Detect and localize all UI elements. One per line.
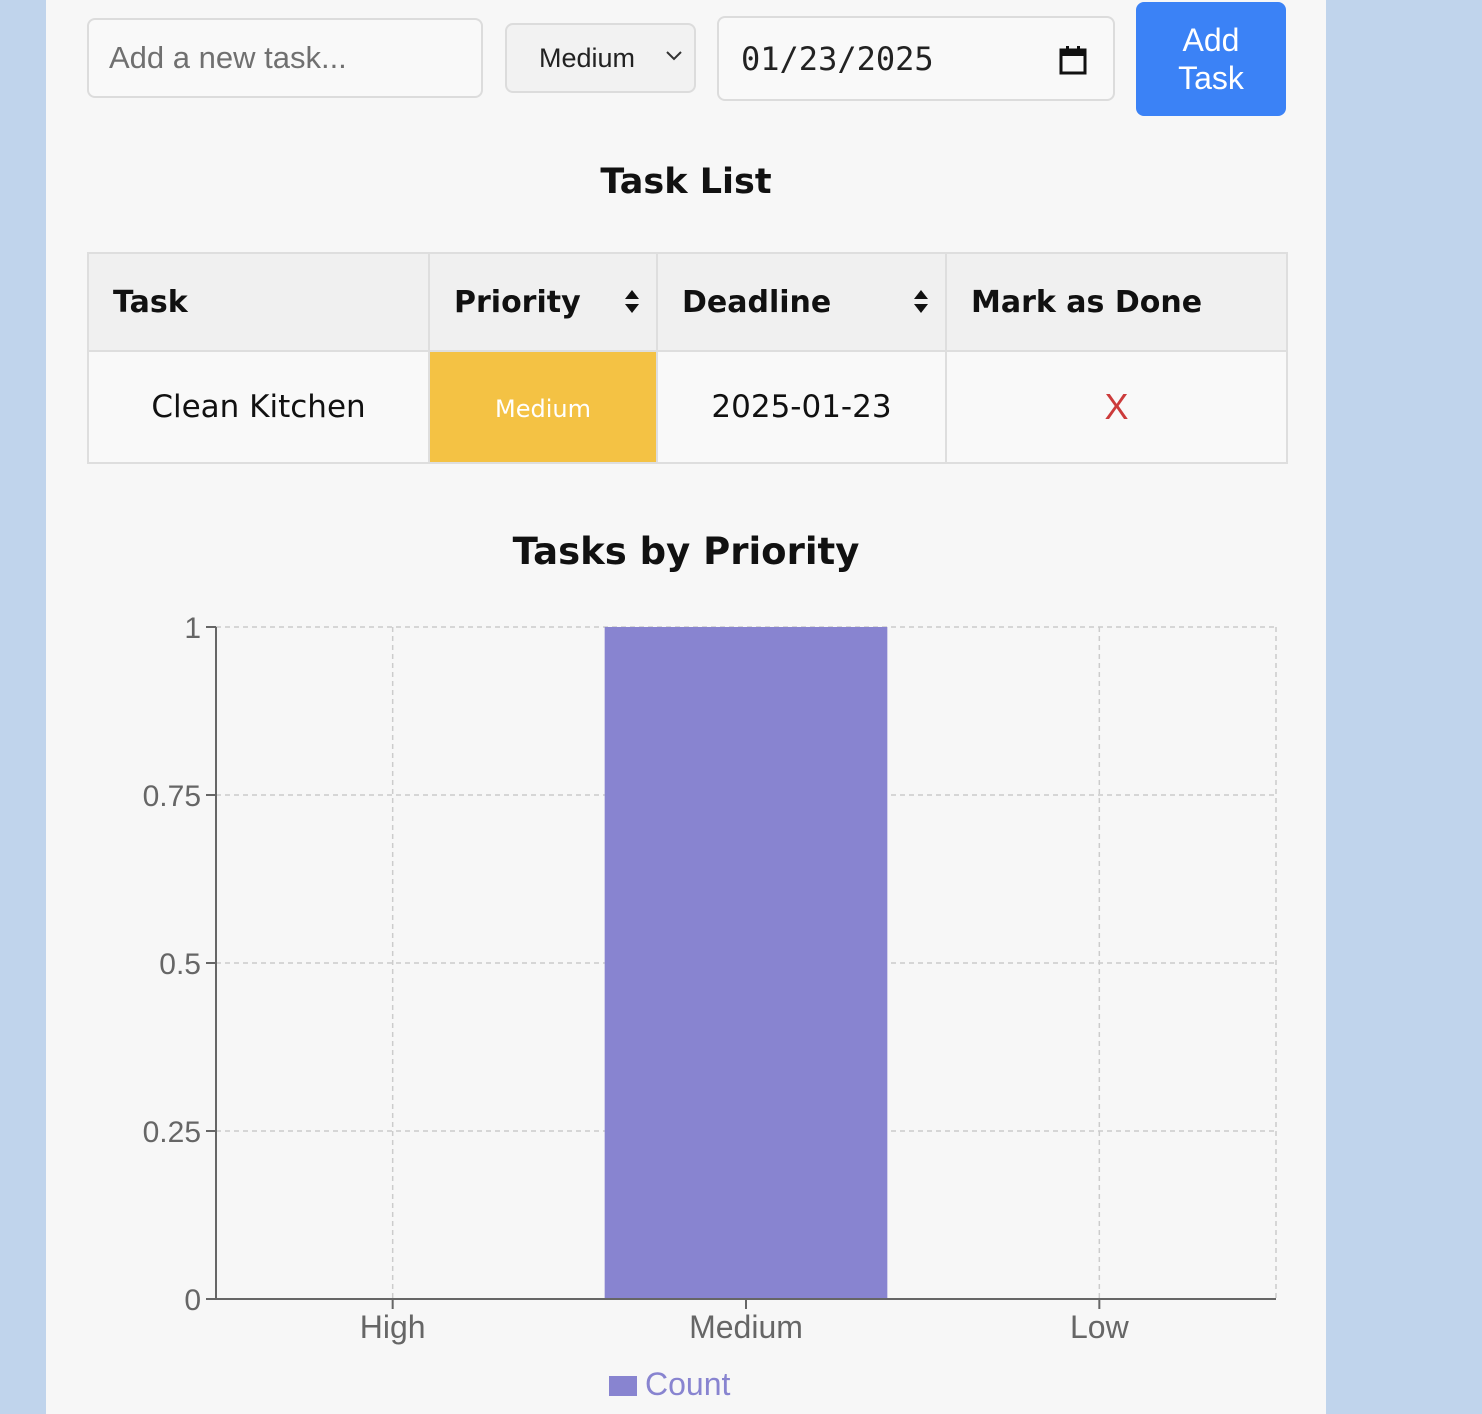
x-tick-label: High (360, 1309, 426, 1345)
legend-label: Count (645, 1366, 731, 1402)
legend-swatch (609, 1376, 637, 1396)
y-tick-label: 0.5 (159, 948, 201, 981)
x-tick-label: Low (1070, 1309, 1130, 1345)
y-tick-label: 0 (184, 1284, 201, 1317)
y-tick-label: 0.75 (143, 780, 201, 813)
y-tick-label: 1 (184, 612, 201, 645)
x-tick-label: Medium (689, 1309, 803, 1345)
priority-bar-chart: 0 0.25 0.5 0.75 1 High Medium Low Count (143, 612, 1277, 1402)
bar-medium (604, 627, 888, 1299)
y-tick-label: 0.25 (143, 1116, 201, 1149)
